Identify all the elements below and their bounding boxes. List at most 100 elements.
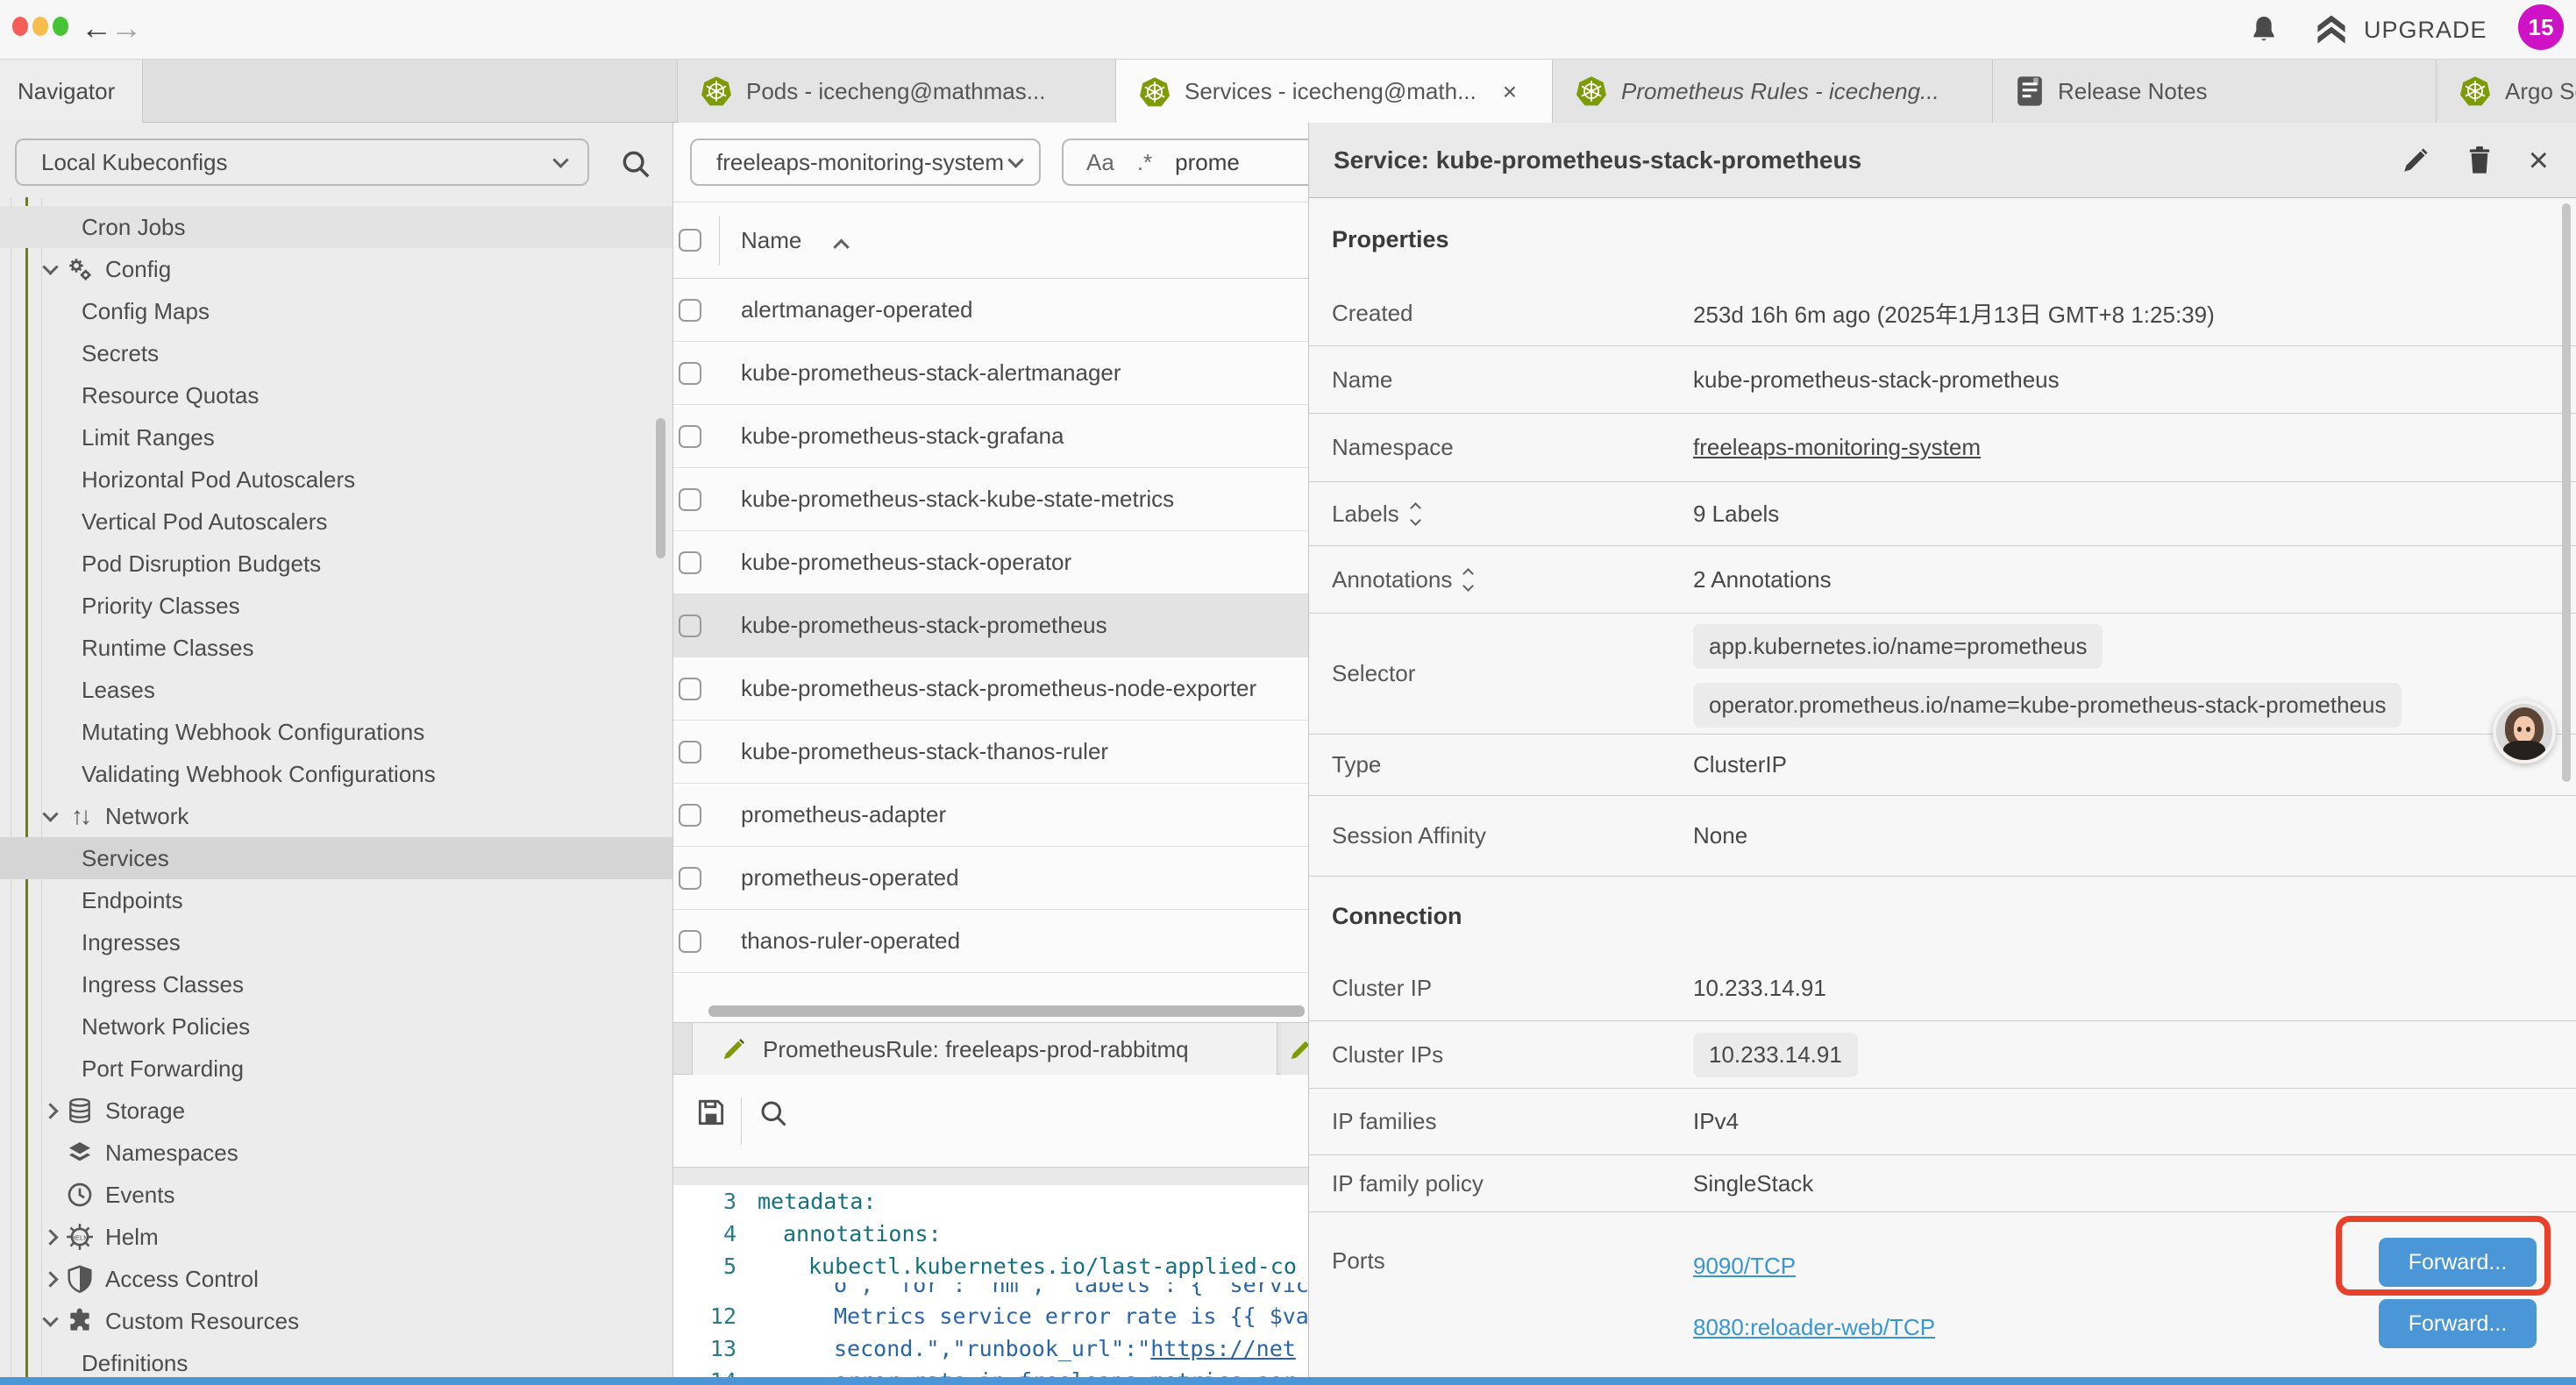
namespace-link[interactable]: freeleaps-monitoring-system [1693, 434, 1981, 461]
chevron-down-icon[interactable] [39, 264, 61, 275]
sidebar-item-storage[interactable]: Storage [0, 1090, 673, 1132]
sidebar-item-ingresses[interactable]: Ingresses [0, 921, 673, 963]
table-row[interactable]: alertmanager-operated [673, 279, 1308, 342]
table-row[interactable]: prometheus-operated [673, 847, 1308, 910]
editor-line[interactable]: 14error rate in freeleaps metrics ser [673, 1365, 1308, 1378]
editor-line[interactable]: 13second.","runbook_url":"https://net [673, 1332, 1308, 1365]
sidebar-scrollbar[interactable] [656, 418, 665, 558]
sidebar-item-network[interactable]: ↑↓Network [0, 795, 673, 837]
row-checkbox[interactable] [679, 678, 701, 700]
editor-tab-next-partial[interactable] [1281, 1023, 1308, 1076]
horizontal-scrollbar[interactable] [708, 1005, 1305, 1017]
yaml-editor[interactable]: 3metadata:4annotations:5kubectl.kubernet… [673, 1185, 1308, 1378]
sidebar-item-custom-resources[interactable]: Custom Resources [0, 1300, 673, 1342]
select-all-checkbox[interactable] [679, 229, 701, 252]
table-row[interactable]: kube-prometheus-stack-prometheus [673, 594, 1308, 657]
edit-pencil-icon[interactable] [2401, 146, 2430, 175]
port-link-8080-reloader-web-tcp[interactable]: 8080:reloader-web/TCP [1693, 1314, 1935, 1341]
forward-icon[interactable]: → [110, 7, 142, 49]
row-checkbox[interactable] [679, 362, 701, 385]
editor-line[interactable]: 3metadata: [673, 1185, 1308, 1218]
close-window-button[interactable] [12, 17, 28, 36]
sidebar-item-pod-disruption-budgets[interactable]: Pod Disruption Budgets [0, 543, 673, 585]
sidebar-item-horizontal-pod-autoscalers[interactable]: Horizontal Pod Autoscalers [0, 458, 673, 501]
chevron-down-icon[interactable] [39, 1316, 61, 1327]
sidebar-item-leases[interactable]: Leases [0, 669, 673, 711]
row-checkbox[interactable] [679, 741, 701, 764]
name-column-header[interactable]: Name [741, 227, 801, 254]
table-row[interactable]: kube-prometheus-stack-kube-state-metrics [673, 468, 1308, 531]
row-checkbox[interactable] [679, 551, 701, 574]
row-checkbox[interactable] [679, 614, 701, 637]
forward-button-9090-tcp[interactable]: Forward... [2379, 1238, 2537, 1287]
editor-line[interactable]: 4annotations: [673, 1218, 1308, 1250]
sidebar-item-vertical-pod-autoscalers[interactable]: Vertical Pod Autoscalers [0, 501, 673, 543]
row-checkbox[interactable] [679, 804, 701, 827]
port-link-9090-tcp[interactable]: 9090/TCP [1693, 1253, 1796, 1280]
expand-collapse-icon[interactable] [1412, 504, 1420, 524]
sidebar-item-definitions[interactable]: Definitions [0, 1342, 673, 1378]
chevron-right-icon[interactable] [39, 1232, 61, 1243]
close-tab-icon[interactable]: × [1503, 78, 1517, 106]
match-case-icon[interactable]: Aa [1086, 149, 1114, 176]
save-icon[interactable] [694, 1096, 728, 1129]
tab-pods-icecheng-mathmas[interactable]: Pods - icecheng@mathmas... [677, 60, 1116, 123]
row-checkbox[interactable] [679, 488, 701, 511]
sidebar-item-priority-classes[interactable]: Priority Classes [0, 585, 673, 627]
sidebar-item-resource-quotas[interactable]: Resource Quotas [0, 374, 673, 416]
sort-ascending-icon[interactable] [833, 239, 849, 255]
tab-prometheus-rules-icecheng[interactable]: Prometheus Rules - icecheng... [1553, 60, 1993, 123]
regex-icon[interactable]: .* [1137, 149, 1152, 176]
sidebar-item-endpoints[interactable]: Endpoints [0, 879, 673, 921]
delete-trash-icon[interactable] [2466, 145, 2494, 176]
namespace-selector[interactable]: freeleaps-monitoring-system [690, 138, 1041, 186]
sidebar-item-cron-jobs[interactable]: Cron Jobs [0, 206, 673, 248]
chevron-down-icon[interactable] [39, 811, 61, 822]
close-icon[interactable]: × [2529, 146, 2549, 175]
sidebar-item-network-policies[interactable]: Network Policies [0, 1005, 673, 1048]
sidebar-item-runtime-classes[interactable]: Runtime Classes [0, 627, 673, 669]
filter-input[interactable]: Aa .* prome [1062, 138, 1308, 186]
table-row[interactable]: prometheus-adapter [673, 784, 1308, 847]
sidebar-search-icon[interactable] [619, 147, 652, 181]
sidebar-item-secrets[interactable]: Secrets [0, 332, 673, 374]
chevron-right-icon[interactable] [39, 1105, 61, 1117]
editor-search-icon[interactable] [758, 1097, 789, 1129]
row-checkbox[interactable] [679, 299, 701, 322]
sidebar-item-limit-ranges[interactable]: Limit Ranges [0, 416, 673, 458]
sidebar-item-ingress-classes[interactable]: Ingress Classes [0, 963, 673, 1005]
back-icon[interactable]: ← [81, 7, 112, 49]
forward-button-8080-reloader-web-tcp[interactable]: Forward... [2379, 1299, 2537, 1348]
sidebar-item-config[interactable]: Config [0, 248, 673, 290]
sidebar-item-validating-webhook-configurations[interactable]: Validating Webhook Configurations [0, 753, 673, 795]
table-row[interactable]: kube-prometheus-stack-prometheus-node-ex… [673, 657, 1308, 721]
sidebar-item-mutating-webhook-configurations[interactable]: Mutating Webhook Configurations [0, 711, 673, 753]
editor-line[interactable]: o", "for": "hm", "labels": { "service" :… [673, 1282, 1308, 1300]
sidebar-item-config-maps[interactable]: Config Maps [0, 290, 673, 332]
row-checkbox[interactable] [679, 930, 701, 953]
drawer-scrollbar[interactable] [2562, 203, 2571, 782]
notification-count-badge[interactable]: 15 [2518, 4, 2564, 50]
editor-line[interactable]: 12Metrics service error rate is {{ $va [673, 1300, 1308, 1332]
row-checkbox[interactable] [679, 425, 701, 448]
sidebar-item-port-forwarding[interactable]: Port Forwarding [0, 1048, 673, 1090]
tab-services-icecheng-math[interactable]: Services - icecheng@math...× [1116, 60, 1553, 124]
notifications-bell-icon[interactable] [2246, 12, 2281, 47]
maximize-window-button[interactable] [53, 17, 68, 36]
editor-line[interactable]: 5kubectl.kubernetes.io/last-applied-co [673, 1250, 1308, 1282]
table-row[interactable]: kube-prometheus-stack-thanos-ruler [673, 721, 1308, 784]
row-checkbox[interactable] [679, 867, 701, 890]
table-row[interactable]: kube-prometheus-stack-operator [673, 531, 1308, 594]
sidebar-item-events[interactable]: Events [0, 1174, 673, 1216]
table-row[interactable]: kube-prometheus-stack-grafana [673, 405, 1308, 468]
chevron-right-icon[interactable] [39, 1274, 61, 1285]
avatar[interactable] [2493, 700, 2556, 764]
tab-release-notes[interactable]: Release Notes [1993, 60, 2437, 123]
minimize-window-button[interactable] [32, 17, 48, 36]
upgrade-button[interactable]: UPGRADE [2311, 11, 2487, 49]
navigator-panel-tab[interactable]: Navigator [0, 60, 143, 123]
sidebar-item-access-control[interactable]: Access Control [0, 1258, 673, 1300]
sidebar-item-namespaces[interactable]: Namespaces [0, 1132, 673, 1174]
kubeconfig-selector[interactable]: Local Kubeconfigs [15, 138, 589, 186]
sidebar-item-helm[interactable]: HELMHelm [0, 1216, 673, 1258]
